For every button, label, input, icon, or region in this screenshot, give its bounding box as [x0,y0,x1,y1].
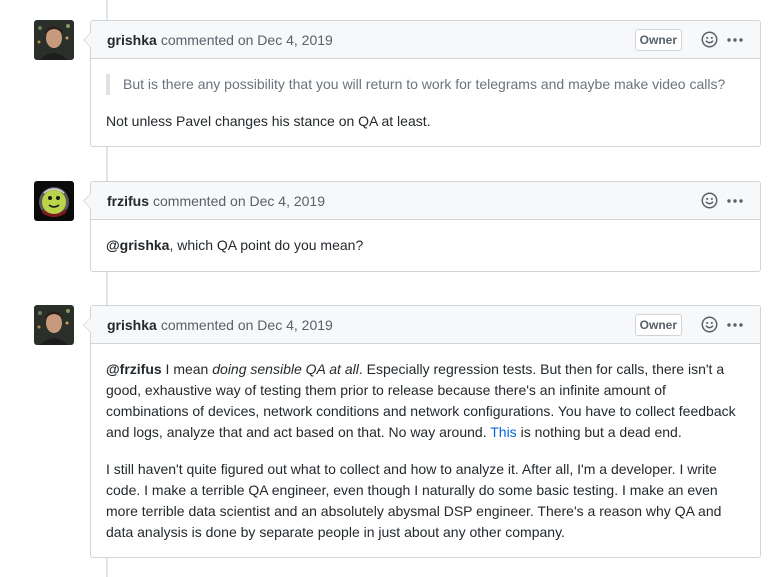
smiley-icon[interactable] [700,31,718,49]
user-mention[interactable]: @frzifus [106,361,162,377]
quote: But is there any possibility that you wi… [106,74,745,95]
avatar-image [34,305,74,345]
user-mention[interactable]: @grishka [106,237,169,253]
comment-3: grishka commented on Dec 4, 2019 Owner @… [83,305,761,558]
comment-paragraph: I still haven't quite figured out what t… [106,461,722,540]
comment-timestamp[interactable]: commented on Dec 4, 2019 [161,317,333,333]
comment-body: @frzifus I mean doing sensible QA at all… [91,344,760,557]
avatar-grishka[interactable] [34,305,74,345]
avatar-frzifus[interactable] [34,181,74,221]
avatar-image [34,181,74,221]
comment-body: @grishka, which QA point do you mean? [91,220,760,270]
comment-2: frzifus commented on Dec 4, 2019 @grishk… [83,181,761,272]
comment-1: grishka commented on Dec 4, 2019 Owner B… [83,20,761,147]
comment-author[interactable]: grishka [107,32,157,48]
avatar-grishka[interactable] [34,20,74,60]
comment-paragraph: Not unless Pavel changes his stance on Q… [106,113,431,129]
kebab-horizontal-icon[interactable] [726,192,744,210]
comment-header: grishka commented on Dec 4, 2019 Owner [91,21,760,59]
comment-header: grishka commented on Dec 4, 2019 Owner [91,306,760,344]
comment-text: , which QA point do you mean? [169,237,364,253]
comment-author[interactable]: grishka [107,317,157,333]
comment-timestamp[interactable]: commented on Dec 4, 2019 [161,32,333,48]
kebab-horizontal-icon[interactable] [726,31,744,49]
this-link[interactable]: This [490,424,516,440]
comment-body: But is there any possibility that you wi… [91,59,760,146]
comment-text: I mean [161,361,213,377]
owner-badge: Owner [634,28,682,51]
comment-header: frzifus commented on Dec 4, 2019 [91,182,760,220]
comment-paragraph: @frzifus I mean doing sensible QA at all… [106,359,745,443]
smiley-icon[interactable] [700,192,718,210]
emphasis-text: doing sensible QA at all [212,361,359,377]
avatar-image [34,20,74,60]
smiley-icon[interactable] [700,316,718,334]
comment-author[interactable]: frzifus [107,193,149,209]
owner-badge: Owner [634,313,682,336]
comment-text: is nothing but a dead end. [516,424,682,440]
kebab-horizontal-icon[interactable] [726,316,744,334]
comment-timestamp[interactable]: commented on Dec 4, 2019 [153,193,325,209]
comment-paragraph: @grishka, which QA point do you mean? [106,235,745,256]
